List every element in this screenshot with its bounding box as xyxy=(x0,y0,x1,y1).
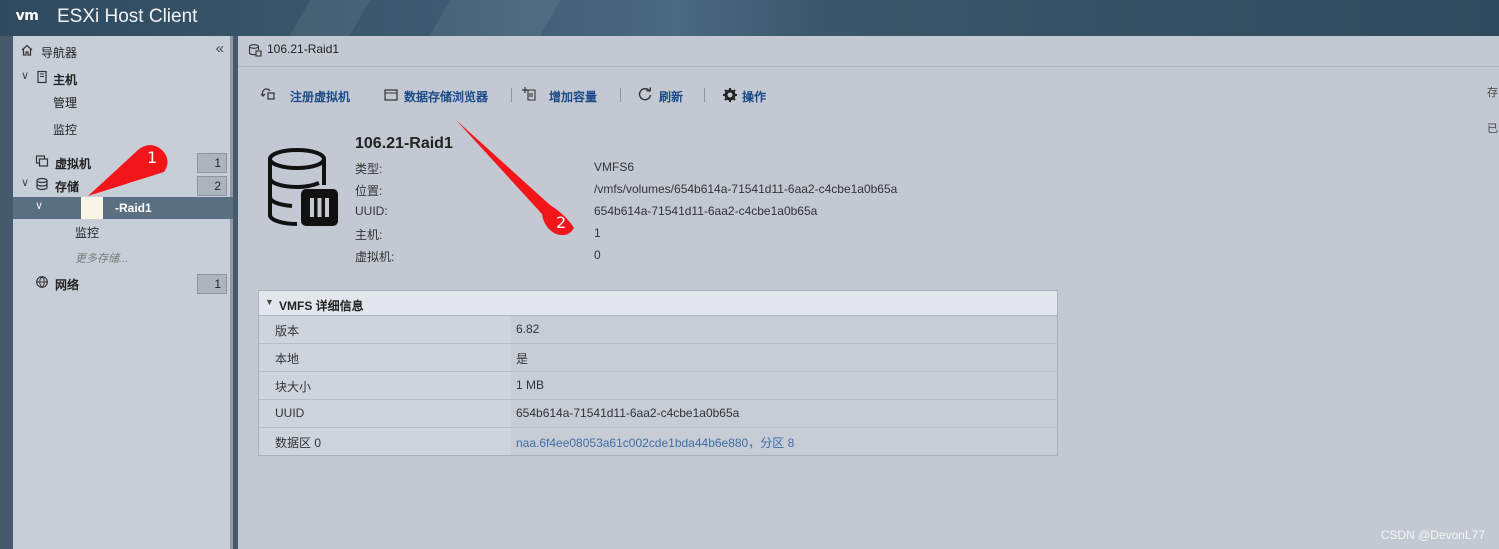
chevron-down-icon[interactable]: ∨ xyxy=(21,176,29,189)
vmfs-details-panel: ▼ VMFS 详细信息 版本 6.82 本地 是 块大小 1 MB UUID 6… xyxy=(258,290,1058,456)
row-key: 本地 xyxy=(259,344,511,371)
vm-count-badge: 1 xyxy=(197,153,227,173)
toolbar-separator xyxy=(704,88,705,102)
nav-item-label: 更多存储... xyxy=(75,253,129,265)
nav-item-storage[interactable]: ∨ 存储 2 xyxy=(13,174,233,196)
row-key: 数据区 0 xyxy=(259,428,511,455)
refresh-button[interactable]: 刷新 xyxy=(637,86,692,104)
nav-item-label: 网络 xyxy=(55,278,80,292)
actions-label: 操作 xyxy=(742,90,767,104)
vmfs-details-title: VMFS 详细信息 xyxy=(279,299,364,313)
nav-item-label: 监控 xyxy=(75,226,100,240)
watermark: CSDN @DevonL77 xyxy=(1380,528,1485,542)
nav-item-datastore-monitor[interactable]: 监控 xyxy=(13,220,233,242)
main-panel: 106.21-Raid1 注册虚拟机 数据存储浏览器 增加容量 刷新 操作 10… xyxy=(238,36,1499,549)
table-row: 本地 是 xyxy=(259,344,1057,372)
gear-icon xyxy=(723,88,737,102)
refresh-icon xyxy=(638,87,652,101)
table-row: 版本 6.82 xyxy=(259,316,1057,344)
increase-capacity-label: 增加容量 xyxy=(549,90,598,104)
prop-key-vms: 虚拟机: xyxy=(355,250,395,264)
truncated-label: 已 xyxy=(1487,123,1498,135)
vmfs-details-header[interactable]: ▼ VMFS 详细信息 xyxy=(259,291,1057,316)
table-row: 数据区 0 naa.6f4ee08053a61c002cde1bda44b6e8… xyxy=(259,428,1057,456)
nav-item-label: 存储 xyxy=(55,180,80,194)
register-vm-icon xyxy=(260,88,275,100)
collapse-navigator-icon[interactable]: « xyxy=(216,40,224,57)
annotation-marker-2: 2 xyxy=(556,213,567,232)
vm-icon xyxy=(35,155,49,167)
network-count-badge: 1 xyxy=(197,274,227,294)
prop-key-type: 类型: xyxy=(355,162,383,176)
nav-item-datastore-raid1[interactable]: ∨ -Raid1 xyxy=(13,197,233,219)
row-value: 654b614a-71541d11-6aa2-c4cbe1a0b65a xyxy=(511,400,1057,427)
extent-link[interactable]: naa.6f4ee08053a61c002cde1bda44b6e880，分区 … xyxy=(511,428,1057,455)
header-decoration xyxy=(429,0,561,36)
app-header: vm ESXi Host Client xyxy=(0,0,1499,36)
table-row: UUID 654b614a-71541d11-6aa2-c4cbe1a0b65a xyxy=(259,400,1057,428)
increase-capacity-icon xyxy=(522,87,536,101)
datastore-large-icon xyxy=(268,148,338,226)
header-divider xyxy=(238,66,1499,67)
prop-key-uuid: UUID: xyxy=(355,204,388,218)
header-decoration xyxy=(289,0,371,36)
vmware-logo: vm xyxy=(15,8,39,24)
storage-icon xyxy=(36,177,48,191)
truncated-label: 存 xyxy=(1487,87,1498,99)
datastore-browser-label: 数据存储浏览器 xyxy=(404,90,489,104)
row-key: UUID xyxy=(259,400,511,427)
datastore-browser-icon xyxy=(384,89,398,101)
row-value: 是 xyxy=(511,344,1057,371)
breadcrumb-label: 106.21-Raid1 xyxy=(267,42,340,56)
navigator-header: 导航器 « xyxy=(20,40,226,62)
nav-item-more-storage[interactable]: 更多存储... xyxy=(13,246,233,268)
row-key: 块大小 xyxy=(259,372,511,399)
nav-item-monitor[interactable]: 监控 xyxy=(13,117,233,139)
nav-item-label: -Raid1 xyxy=(115,201,152,215)
nav-item-manage[interactable]: 管理 xyxy=(13,90,233,112)
nav-item-label: 主机 xyxy=(53,73,78,87)
nav-item-label: 虚拟机 xyxy=(55,157,92,171)
nav-item-host[interactable]: ∨ 主机 xyxy=(13,67,233,89)
chevron-down-icon[interactable]: ∨ xyxy=(35,199,43,212)
prop-key-hosts: 主机: xyxy=(355,228,383,242)
table-row: 块大小 1 MB xyxy=(259,372,1057,400)
actions-button[interactable]: 操作 xyxy=(722,86,772,104)
row-value: 6.82 xyxy=(511,316,1057,343)
annotation-marker-1: 1 xyxy=(147,148,158,167)
prop-key-location: 位置: xyxy=(355,184,383,198)
chevron-down-icon[interactable]: ∨ xyxy=(21,69,29,82)
datastore-name: 106.21-Raid1 xyxy=(355,135,453,152)
datastore-browser-button[interactable]: 数据存储浏览器 xyxy=(383,86,498,104)
toolbar-separator xyxy=(620,88,621,102)
nav-item-vms[interactable]: 虚拟机 1 xyxy=(13,151,233,173)
collapse-triangle-icon: ▼ xyxy=(265,297,274,307)
app-title: ESXi Host Client xyxy=(57,6,198,27)
row-value: 1 MB xyxy=(511,372,1057,399)
register-vm-button[interactable]: 注册虚拟机 xyxy=(260,86,355,104)
nav-item-label: 管理 xyxy=(53,96,78,110)
prop-value-location: /vmfs/volumes/654b614a-71541d11-6aa2-c4c… xyxy=(594,182,898,196)
toolbar-separator xyxy=(511,88,512,102)
host-icon xyxy=(37,70,47,84)
row-key: 版本 xyxy=(259,316,511,343)
nav-item-network[interactable]: 网络 1 xyxy=(13,272,233,294)
datastore-icon xyxy=(248,44,262,57)
prop-value-uuid: 654b614a-71541d11-6aa2-c4cbe1a0b65a xyxy=(594,204,818,218)
network-icon xyxy=(36,276,48,288)
home-icon xyxy=(21,44,33,56)
redacted-area xyxy=(81,197,103,219)
navigator-panel: 导航器 « ∨ 主机 管理 监控 虚拟机 1 ∨ 存储 2 ∨ -Raid1 监… xyxy=(13,36,233,549)
increase-capacity-button[interactable]: 增加容量 xyxy=(521,86,606,104)
nav-item-label: 监控 xyxy=(53,123,78,137)
refresh-label: 刷新 xyxy=(659,90,684,104)
storage-count-badge: 2 xyxy=(197,176,227,196)
prop-value-type: VMFS6 xyxy=(594,160,635,174)
navigator-title: 导航器 xyxy=(41,46,78,60)
prop-value-hosts: 1 xyxy=(594,226,601,240)
prop-value-vms: 0 xyxy=(594,248,601,262)
register-vm-label: 注册虚拟机 xyxy=(290,90,351,104)
